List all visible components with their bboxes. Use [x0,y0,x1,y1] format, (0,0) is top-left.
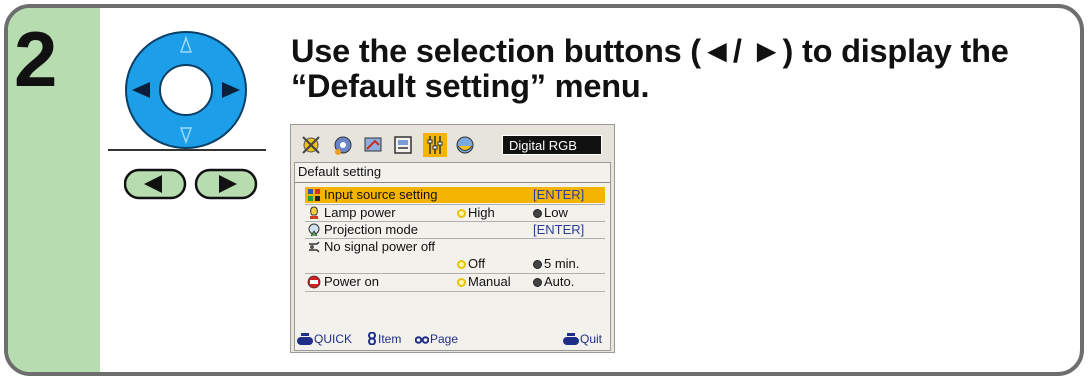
option-off[interactable]: Off [457,256,485,272]
row-label: Lamp power [324,205,396,220]
menu-row-lamp-power[interactable]: Lamp power High Low [305,205,605,221]
menu-row-power-on[interactable]: Power on Manual Auto. [305,274,605,290]
menu-row-input-source[interactable]: Input source setting [ENTER] [305,187,605,203]
panel-title-divider [295,182,610,183]
projection-icon [308,223,320,237]
option-label: Manual [468,274,511,289]
step-frame: 2 Use the selection buttons (◄/ ►) to di… [4,4,1084,376]
menu-button-icon [297,333,313,345]
row-label: Power on [324,274,379,289]
exit-button-icon [563,333,579,345]
menu-row-no-signal-power-off[interactable]: No signal power off [305,239,605,255]
power-on-icon [307,275,321,289]
default-setting-panel: Default setting Input source setting [EN… [294,162,611,351]
radio-icon [533,260,542,269]
quit-label: Quit [580,332,603,346]
radio-selected-icon [457,278,466,287]
osd-menu: Digital RGB Default setting Input source… [290,124,615,353]
panel-title: Default setting [298,164,382,179]
option-label: Off [468,256,486,271]
source-label: Digital RGB [502,135,602,155]
menu-row-no-signal-options[interactable]: Off 5 min. [305,256,605,272]
option-label: High [468,205,495,220]
right-button-icon [194,168,258,200]
up-down-icon [368,332,376,345]
separator-line [108,149,266,151]
quit-hint: Quit [563,332,602,346]
left-right-icon [415,336,429,344]
menu-footer: QUICK Item Page Quit [295,332,610,348]
item-hint: Item [367,332,401,346]
row-divider [305,291,605,292]
radio-icon [533,278,542,287]
row-value: [ENTER] [533,222,585,237]
help-tab-icon[interactable] [453,133,477,157]
menu-row-projection-mode[interactable]: Projection mode [ENTER] [305,222,605,238]
direction-pad-icon [125,31,247,149]
option-manual[interactable]: Manual [457,274,511,290]
step-number: 2 [14,15,58,103]
default-setting-tab-icon[interactable] [423,133,447,157]
left-right-buttons [124,168,258,200]
page-hint: Page [415,332,458,346]
item-label: Item [378,332,402,346]
option-label: Auto. [544,274,575,289]
radio-selected-icon [457,209,466,218]
radio-selected-icon [457,260,466,269]
quick-label: QUICK [314,332,353,346]
row-label: Projection mode [324,222,418,237]
power-off-icon [309,241,320,253]
option-low[interactable]: Low [533,205,568,221]
row-label: No signal power off [324,239,436,254]
left-button-icon [124,168,187,200]
audio-tab-icon[interactable] [331,133,355,157]
option-high[interactable]: High [457,205,495,221]
option-label: 5 min. [544,256,580,271]
lamp-icon [310,206,318,219]
instruction-line-1: Use the selection buttons (◄/ ►) to disp… [291,33,1009,69]
option-auto[interactable]: Auto. [533,274,574,290]
options-tab-icon[interactable] [391,133,415,157]
option-label: Low [544,205,568,220]
input-source-icon [308,189,320,201]
fine-sync-tab-icon[interactable] [361,133,385,157]
row-value: [ENTER] [533,187,585,202]
instruction-line-2: “Default setting” menu. [291,68,650,104]
radio-icon [533,209,542,218]
picture-tab-icon[interactable] [299,133,323,157]
step-band: 2 [8,8,100,372]
row-label: Input source setting [324,187,438,202]
quick-hint: QUICK [297,332,352,346]
page-label: Page [430,332,459,346]
instruction-text: Use the selection buttons (◄/ ►) to disp… [291,33,1080,104]
option-5-min[interactable]: 5 min. [533,256,579,272]
